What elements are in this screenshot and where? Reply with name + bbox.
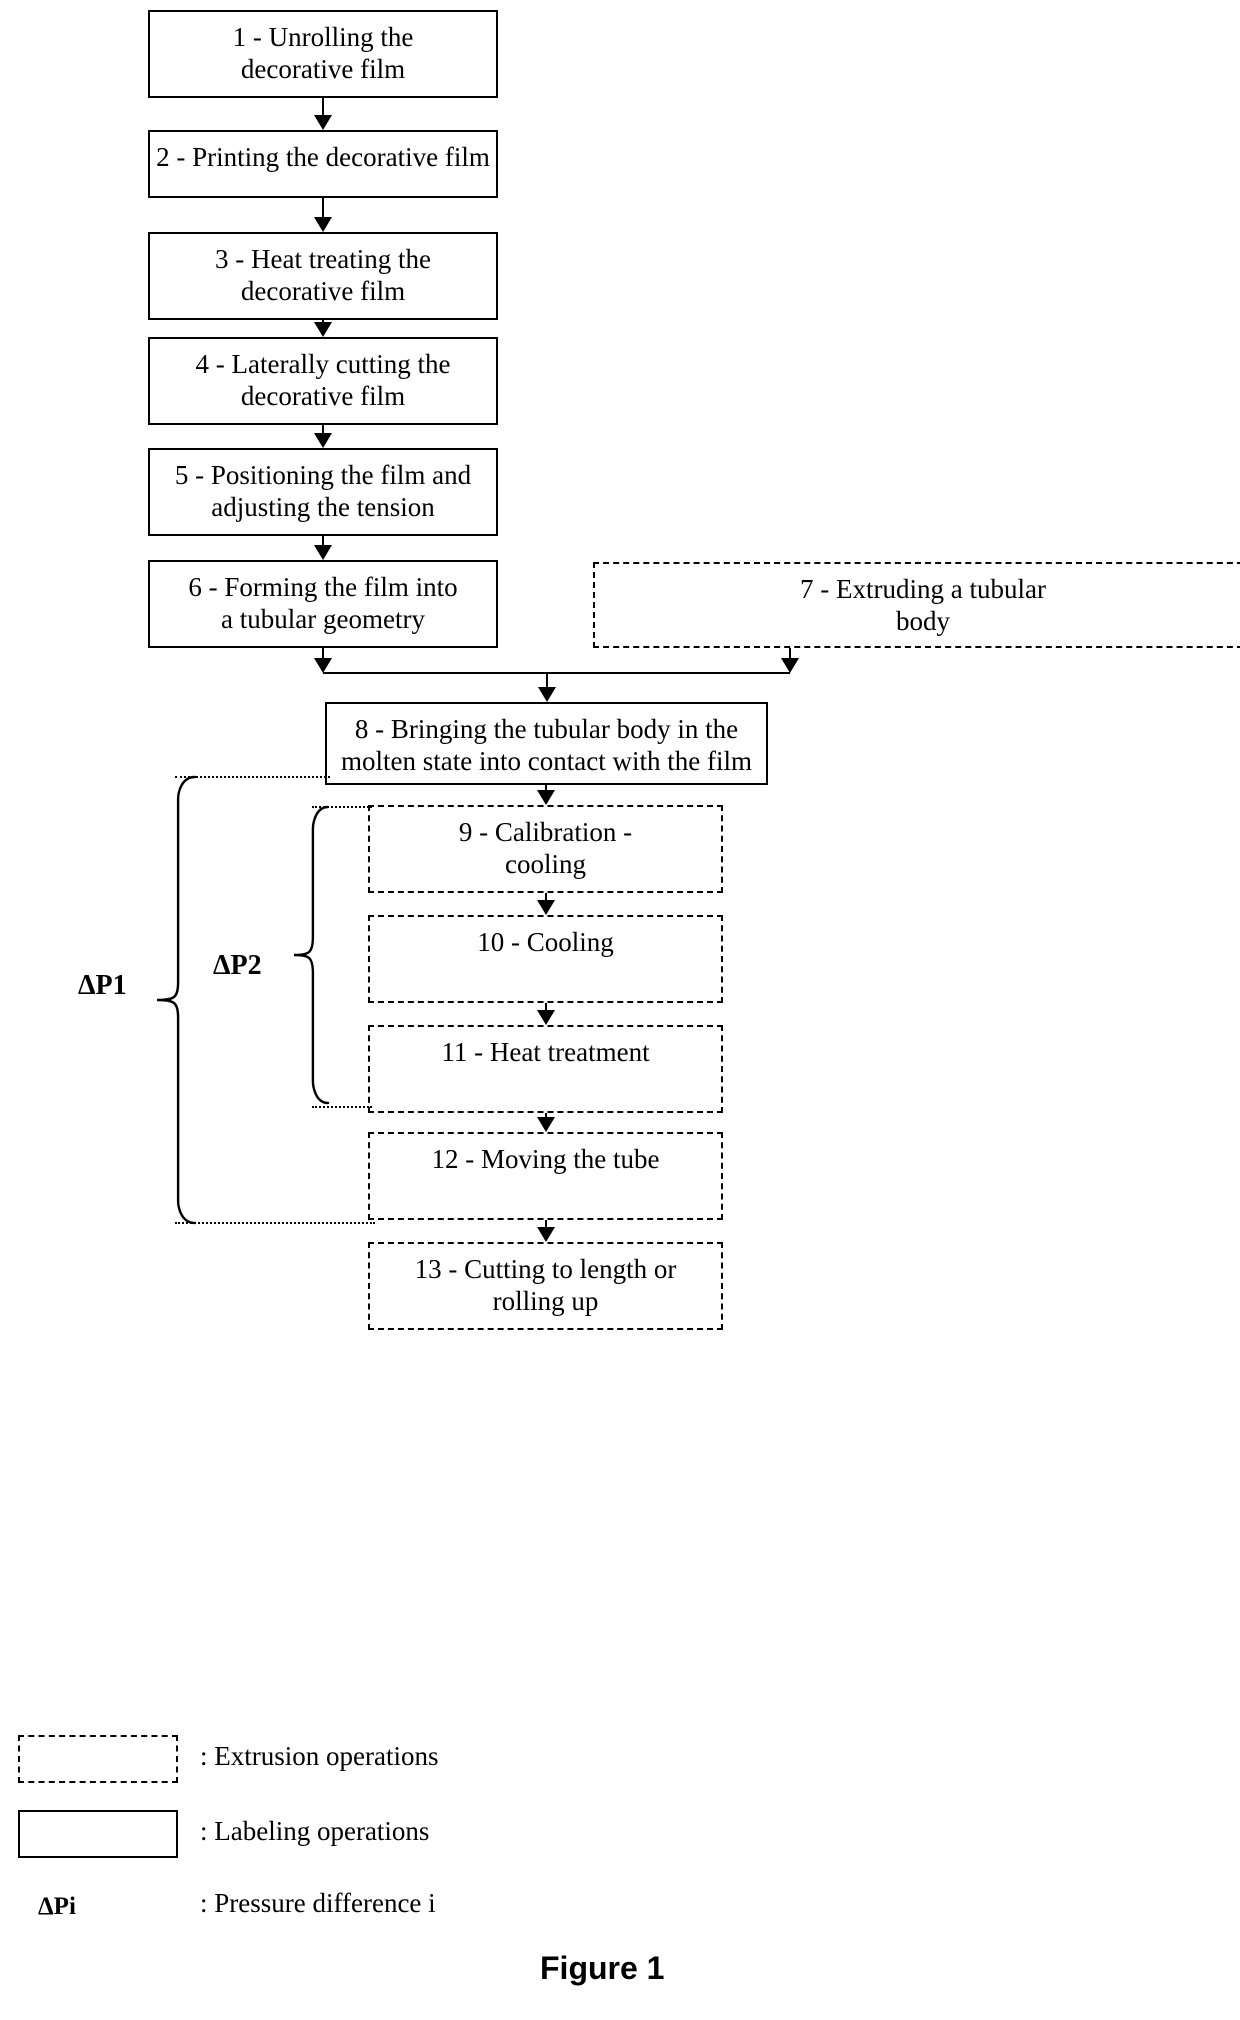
process-box-1-line-2: decorative film xyxy=(240,53,406,84)
process-box-4-line-2: decorative film xyxy=(240,380,406,411)
guide-dp1-top xyxy=(175,776,330,778)
process-box-8-line-2: molten state into contact with the film xyxy=(341,745,752,776)
arrowhead-2-to-3 xyxy=(314,217,332,232)
guide-dp1-bottom xyxy=(175,1222,375,1224)
process-box-6[interactable]: 6 - Forming the film into a tubular geome… xyxy=(148,560,498,648)
process-box-3-line-1: 3 - Heat treating the xyxy=(215,244,431,274)
figure-caption: Figure 1 xyxy=(540,1950,665,1986)
process-box-8-line-1: 8 - Bringing the tubular body in the xyxy=(354,714,739,744)
process-box-3[interactable]: 3 - Heat treating the decorative film xyxy=(148,232,498,320)
process-box-7-line-2: body xyxy=(896,605,950,636)
process-box-6-line-1: 6 - Forming the film into xyxy=(188,572,458,602)
process-box-4-line-1: 4 - Laterally cutting the xyxy=(195,349,451,379)
arrowhead-9-to-10 xyxy=(536,900,555,915)
guide-dp2-bottom xyxy=(312,1106,372,1108)
process-box-8[interactable]: 8 - Bringing the tubular body in the molt… xyxy=(325,702,768,785)
legend-label-pressure: : Pressure difference i xyxy=(200,1888,436,1918)
process-box-2[interactable]: 2 - Printing the decorative film xyxy=(148,130,498,198)
legend-symbol-pressure: ΔPi xyxy=(38,1893,76,1920)
arrowhead-11-to-12 xyxy=(536,1117,555,1132)
process-box-9-line-2: cooling xyxy=(505,848,586,879)
process-box-2-line-1: 2 - Printing the decorative film xyxy=(156,142,490,172)
arrowhead-5-to-6 xyxy=(314,545,332,560)
brace-label-dp1: ΔP1 xyxy=(78,970,127,1001)
process-box-3-line-2: decorative film xyxy=(240,275,406,306)
process-box-12-line-1: 12 - Moving the tube xyxy=(431,1144,660,1174)
process-box-12[interactable]: 12 - Moving the tube xyxy=(368,1132,723,1220)
process-box-5-line-2: adjusting the tension xyxy=(211,491,435,522)
arrowhead-12-to-13 xyxy=(536,1227,555,1242)
brace-dp1 xyxy=(155,775,197,1225)
legend-label-extrusion: : Extrusion operations xyxy=(200,1741,439,1771)
process-box-10-line-1: 10 - Cooling xyxy=(477,927,614,957)
arrowhead-7-to-merge xyxy=(781,658,799,673)
process-box-6-line-2: a tubular geometry xyxy=(221,603,425,634)
process-box-1-line-1: 1 - Unrolling the xyxy=(232,22,414,52)
process-box-13[interactable]: 13 - Cutting to length or rolling up xyxy=(368,1242,723,1330)
process-box-5-line-1: 5 - Positioning the film and xyxy=(174,460,472,490)
process-box-11-line-1: 11 - Heat treatment xyxy=(441,1037,650,1067)
process-box-10[interactable]: 10 - Cooling xyxy=(368,915,723,1003)
guide-dp2-top xyxy=(312,806,372,808)
process-box-9-line-1: 9 - Calibration - xyxy=(458,817,633,847)
process-box-13-line-1: 13 - Cutting to length or xyxy=(414,1254,677,1284)
legend-swatch-extrusion xyxy=(18,1735,178,1783)
process-box-4[interactable]: 4 - Laterally cutting the decorative film xyxy=(148,337,498,425)
brace-label-dp2: ΔP2 xyxy=(213,950,262,981)
process-box-7-line-1: 7 - Extruding a tubular xyxy=(800,574,1046,604)
process-box-5[interactable]: 5 - Positioning the film and adjusting th… xyxy=(148,448,498,536)
process-box-13-line-2: rolling up xyxy=(492,1285,599,1316)
figure-canvas: 1 - Unrolling the decorative film 2 - Prin… xyxy=(0,0,1240,2020)
process-box-11[interactable]: 11 - Heat treatment xyxy=(368,1025,723,1113)
arrowhead-1-to-2 xyxy=(314,115,332,130)
process-box-9[interactable]: 9 - Calibration - cooling xyxy=(368,805,723,893)
process-box-7[interactable]: 7 - Extruding a tubular body xyxy=(593,562,1240,648)
process-box-1[interactable]: 1 - Unrolling the decorative film xyxy=(148,10,498,98)
arrowhead-3-to-4 xyxy=(314,322,332,337)
connector-2-to-3 xyxy=(322,198,324,219)
legend-swatch-labeling xyxy=(18,1810,178,1858)
arrowhead-8-to-9 xyxy=(536,790,555,805)
merge-bar-6-7 xyxy=(323,672,790,674)
legend-label-labeling: : Labeling operations xyxy=(200,1816,430,1846)
arrowhead-6-to-merge xyxy=(314,658,332,673)
brace-dp2 xyxy=(292,805,330,1105)
arrowhead-10-to-11 xyxy=(536,1010,555,1025)
arrowhead-4-to-5 xyxy=(314,433,332,448)
arrowhead-merge-to-8 xyxy=(537,687,556,702)
